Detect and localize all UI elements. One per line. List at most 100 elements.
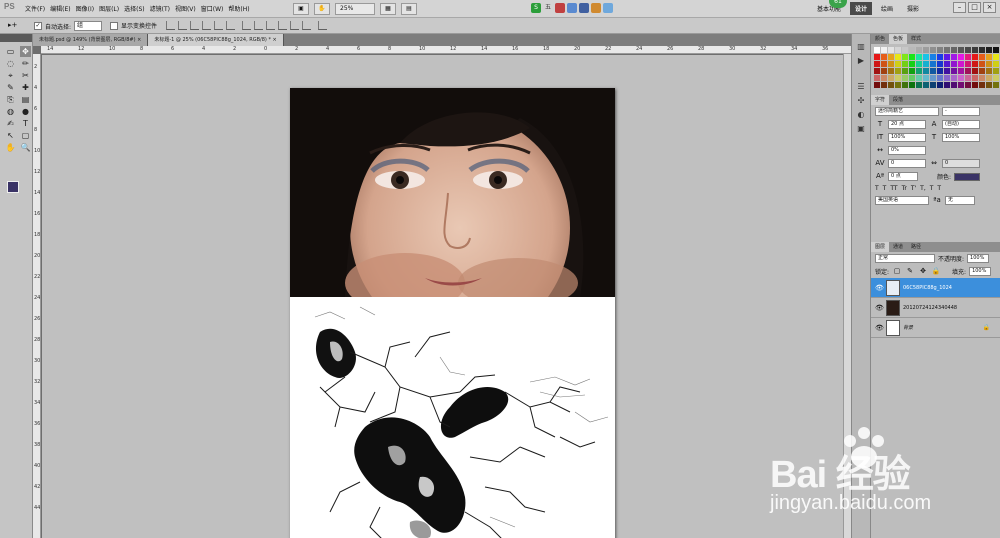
leading-field[interactable]: (自动) [942,120,980,129]
workspace-painting[interactable]: 绘画 [876,2,898,15]
lasso-tool-icon[interactable]: ◌ [5,58,16,69]
swatch-cell[interactable] [972,47,978,53]
history-panel-icon[interactable]: ▥ [855,42,867,52]
swatch-cell[interactable] [958,61,964,67]
adjustments-icon[interactable]: ◐ [855,110,867,120]
path-select-tool-icon[interactable]: ↖ [5,130,16,141]
small-caps-button[interactable]: Tr [902,185,907,192]
swatch-cell[interactable] [979,82,985,88]
swatch-cell[interactable] [888,47,894,53]
menu-select[interactable]: 选择(S) [124,4,145,13]
swatch-cell[interactable] [944,61,950,67]
swatch-cell[interactable] [965,61,971,67]
pen-tool-icon[interactable]: ✍ [5,118,16,129]
all-caps-button[interactable]: TT [890,185,897,192]
swatch-cell[interactable] [902,82,908,88]
eraser-tool-icon[interactable]: ◍ [5,106,16,117]
font-size-field[interactable]: 20 点 [888,120,926,129]
vertical-ruler[interactable]: 2 4 6 8 10 12 14 16 18 20 22 24 26 28 30 32 34 36 38 40 42 44 [33,54,41,538]
maximize-button[interactable]: □ [968,2,981,13]
swatch-cell[interactable] [881,82,887,88]
swatch-cell[interactable] [986,82,992,88]
opacity-field[interactable]: 100% [967,254,990,263]
auto-align-icon[interactable] [318,21,327,30]
swatch-cell[interactable] [930,47,936,53]
menu-image[interactable]: 图像(I) [76,4,94,13]
swatch-cell[interactable] [944,54,950,60]
swatch-cell[interactable] [909,68,915,74]
layer-row[interactable]: 👁 06C58PIC88g_1024 [871,278,1000,298]
gradient-tool-icon[interactable]: ● [20,106,31,117]
swatch-cell[interactable] [986,47,992,53]
tray-orange-icon[interactable] [591,3,601,13]
swatch-cell[interactable] [902,75,908,81]
tab-character[interactable]: 字符 [871,95,890,105]
document-canvas[interactable] [290,88,615,538]
hand-tool-icon[interactable]: ✋ [5,142,16,153]
swatch-cell[interactable] [888,68,894,74]
minimize-button[interactable]: – [953,2,966,13]
lock-pixels-icon[interactable]: ✎ [905,267,915,276]
align-right-icon[interactable] [226,21,235,30]
tray-blue-icon[interactable] [567,3,577,13]
swatch-cell[interactable] [916,47,922,53]
swatch-cell[interactable] [986,68,992,74]
swatch-cell[interactable] [979,47,985,53]
swatch-cell[interactable] [958,68,964,74]
swatch-cell[interactable] [895,47,901,53]
distribute-top-icon[interactable] [242,21,251,30]
swatch-cell[interactable] [916,82,922,88]
swatch-cell[interactable] [937,61,943,67]
font-family-select[interactable]: 迷你简籍艺 [875,107,939,116]
swatch-cell[interactable] [951,68,957,74]
fill-field[interactable]: 100% [969,267,992,276]
arrange-icon[interactable]: ▦ [380,3,396,15]
distribute-left-icon[interactable] [278,21,287,30]
swatch-cell[interactable] [958,82,964,88]
tab-layers[interactable]: 图层 [871,242,890,252]
canvas-pasteboard[interactable] [42,55,843,538]
move-tool-icon[interactable]: ✥ [20,46,31,57]
swatch-cell[interactable] [930,61,936,67]
align-top-icon[interactable] [166,21,175,30]
swatch-cell[interactable] [874,54,880,60]
swatch-cell[interactable] [979,75,985,81]
swatch-cell[interactable] [909,61,915,67]
swatch-cell[interactable] [958,54,964,60]
swatch-cell[interactable] [986,61,992,67]
swatch-cell[interactable] [972,54,978,60]
lock-transparency-icon[interactable]: ▢ [892,267,902,276]
swatch-cell[interactable] [909,82,915,88]
swatch-cell[interactable] [888,82,894,88]
swatch-cell[interactable] [951,75,957,81]
swatch-cell[interactable] [958,75,964,81]
brush-tool-icon[interactable]: ✚ [20,82,31,93]
swatch-cell[interactable] [923,75,929,81]
swatch-cell[interactable] [944,75,950,81]
distribute-hcenter-icon[interactable] [290,21,299,30]
swatch-cell[interactable] [895,61,901,67]
swatch-cell[interactable] [993,47,999,53]
swatch-cell[interactable] [888,75,894,81]
swatch-cell[interactable] [972,82,978,88]
underline-button[interactable]: T [930,185,934,192]
visibility-eye-icon[interactable]: 👁 [875,304,884,312]
swatch-cell[interactable] [902,68,908,74]
swatch-cell[interactable] [937,75,943,81]
swatch-cell[interactable] [923,54,929,60]
auto-select-dropdown[interactable]: 组 [74,21,103,31]
swatch-cell[interactable] [944,47,950,53]
menu-edit[interactable]: 编辑(E) [50,4,70,13]
swatch-cell[interactable] [888,54,894,60]
swatch-cell[interactable] [993,61,999,67]
swatch-cell[interactable] [874,68,880,74]
swatch-cell[interactable] [874,47,880,53]
menu-layer[interactable]: 图层(L) [99,4,119,13]
swatch-cell[interactable] [916,61,922,67]
visibility-eye-icon[interactable]: 👁 [875,284,884,292]
tools-panel-header[interactable] [0,34,32,42]
swatch-cell[interactable] [937,54,943,60]
swatch-cell[interactable] [881,54,887,60]
align-vcenter-icon[interactable] [178,21,187,30]
swatch-cell[interactable] [937,47,943,53]
